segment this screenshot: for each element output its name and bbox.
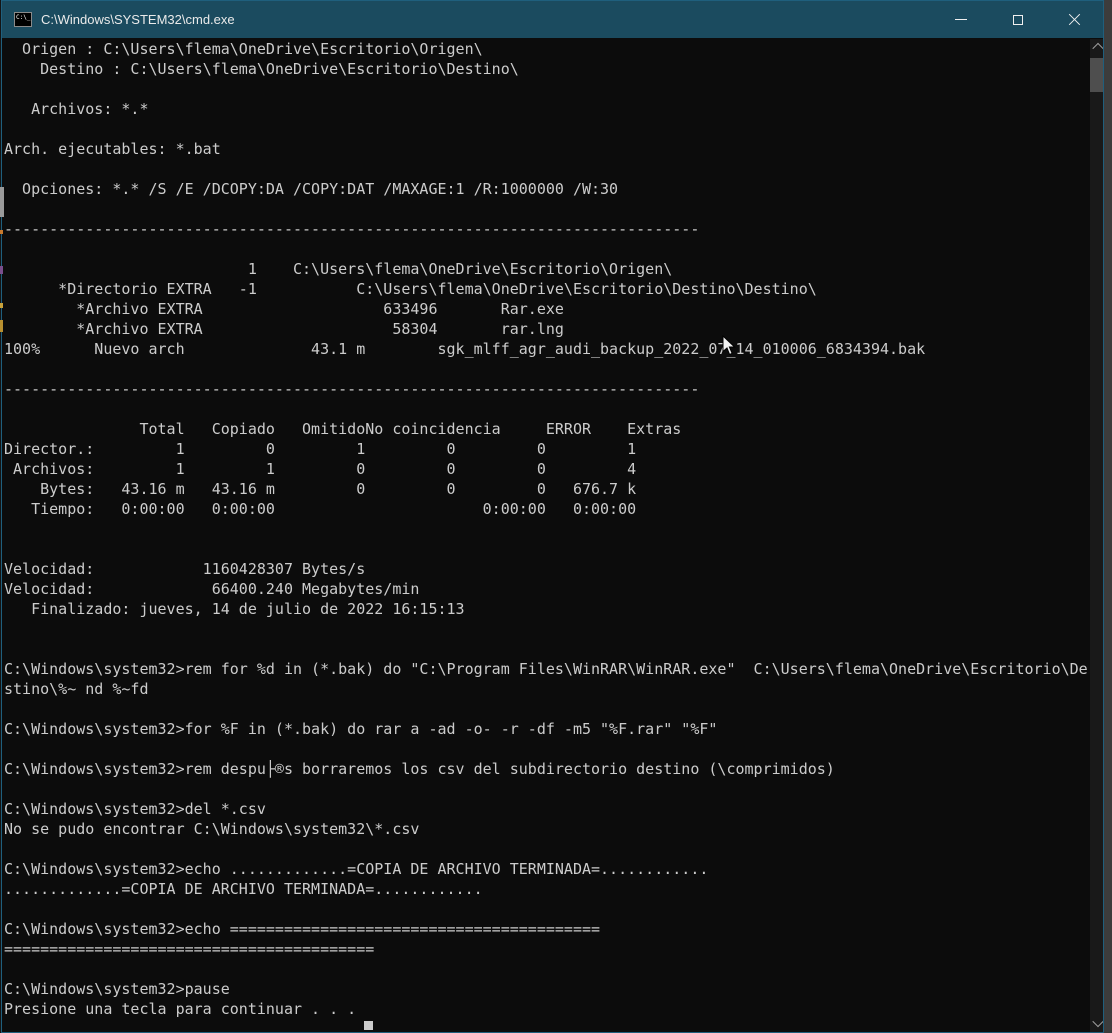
scrollbar-thumb[interactable] <box>1090 58 1104 92</box>
minimize-icon <box>955 19 967 20</box>
desktop-icon-fragment <box>0 187 4 217</box>
console-output[interactable]: Origen : C:\Users\flema\OneDrive\Escrito… <box>4 39 1088 1019</box>
maximize-button[interactable] <box>989 1 1046 38</box>
text-cursor <box>364 1021 373 1030</box>
close-icon <box>1068 13 1081 26</box>
window-controls <box>932 1 1103 38</box>
window-title: C:\Windows\SYSTEM32\cmd.exe <box>41 12 235 27</box>
scroll-up-icon <box>1092 43 1103 54</box>
cmd-icon[interactable]: C:\_ <box>14 12 32 27</box>
desktop-icon-fragment <box>0 230 3 234</box>
title-bar[interactable]: C:\_ C:\Windows\SYSTEM32\cmd.exe <box>2 1 1103 38</box>
mouse-cursor <box>722 335 737 357</box>
scrollbar[interactable] <box>1090 39 1104 1033</box>
scroll-down-button[interactable] <box>1090 1015 1104 1031</box>
close-button[interactable] <box>1046 1 1103 38</box>
maximize-icon <box>1013 15 1023 25</box>
minimize-button[interactable] <box>932 1 989 38</box>
scroll-up-button[interactable] <box>1090 39 1104 55</box>
desktop-icon-fragment <box>0 303 3 308</box>
desktop-icon-fragment <box>0 266 3 274</box>
cmd-window: C:\_ C:\Windows\SYSTEM32\cmd.exe Origen … <box>1 0 1104 1033</box>
scroll-down-icon <box>1092 1016 1103 1027</box>
desktop-icon-fragment <box>0 320 3 332</box>
